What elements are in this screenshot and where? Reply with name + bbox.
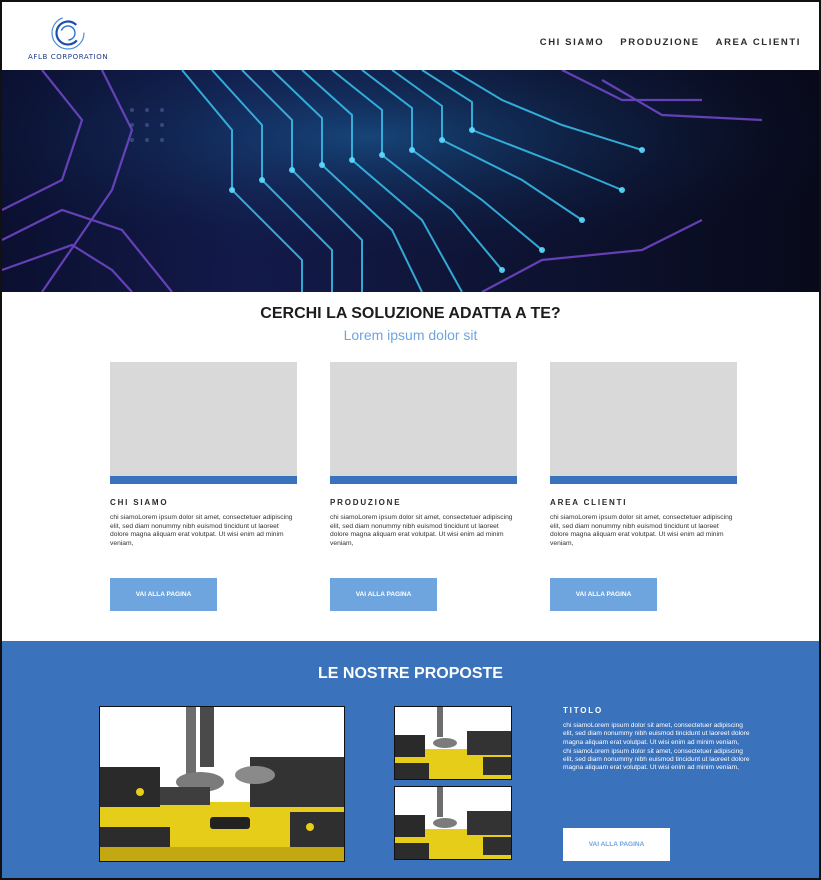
section-title: CERCHI LA SOLUZIONE ADATTA A TE? <box>260 305 561 322</box>
proposal-text-2: chi siamoLorem ipsum dolor sit amet, con… <box>563 747 750 772</box>
nav-chi-siamo[interactable]: CHI SIAMO <box>540 37 605 48</box>
card-button[interactable]: VAI ALLA PAGINA <box>110 578 217 611</box>
card-button[interactable]: VAI ALLA PAGINA <box>550 578 657 611</box>
machinery-photo-large[interactable] <box>99 706 345 862</box>
card-title: AREA CLIENTI <box>550 498 628 507</box>
machinery-photo-small-1[interactable] <box>394 706 512 780</box>
card-text: chi siamoLorem ipsum dolor sit amet, con… <box>330 514 513 547</box>
card-chi-siamo: CHI SIAMO chi siamoLorem ipsum dolor sit… <box>110 362 297 611</box>
card-produzione: PRODUZIONE chi siamoLorem ipsum dolor si… <box>330 362 517 611</box>
logo[interactable]: AFLB CORPORATION <box>28 14 110 64</box>
proposal-title: TITOLO <box>563 706 603 715</box>
machinery-photo-small-2[interactable] <box>394 786 512 860</box>
nav-produzione[interactable]: PRODUZIONE <box>620 37 699 48</box>
card-button[interactable]: VAI ALLA PAGINA <box>330 578 437 611</box>
main-nav: CHI SIAMO PRODUZIONE AREA CLIENTI <box>540 37 801 48</box>
card-text: chi siamoLorem ipsum dolor sit amet, con… <box>110 514 293 547</box>
proposal-text-1: chi siamoLorem ipsum dolor sit amet, con… <box>563 722 750 746</box>
card-image-placeholder <box>550 362 737 484</box>
proposals-title: LE NOSTRE PROPOSTE <box>318 665 503 682</box>
card-title: PRODUZIONE <box>330 498 402 507</box>
card-text: chi siamoLorem ipsum dolor sit amet, con… <box>550 514 733 547</box>
card-image-placeholder <box>110 362 297 484</box>
proposal-info: TITOLO chi siamoLorem ipsum dolor sit am… <box>563 706 753 773</box>
proposals-section: LE NOSTRE PROPOSTE TITOLO chi siamoLorem… <box>2 641 819 878</box>
logo-text: AFLB CORPORATION <box>28 53 109 61</box>
logo-circles-icon <box>51 16 85 50</box>
page-frame: AFLB CORPORATION CHI SIAMO PRODUZIONE AR… <box>0 0 821 880</box>
site-header: AFLB CORPORATION CHI SIAMO PRODUZIONE AR… <box>2 2 819 70</box>
card-title: CHI SIAMO <box>110 498 169 507</box>
card-area-clienti: AREA CLIENTI chi siamoLorem ipsum dolor … <box>550 362 737 611</box>
nav-area-clienti[interactable]: AREA CLIENTI <box>716 37 801 48</box>
section-subtitle: Lorem ipsum dolor sit <box>343 327 478 343</box>
card-image-placeholder <box>330 362 517 484</box>
hero-circuit-image <box>2 70 819 292</box>
proposal-button[interactable]: VAI ALLA PAGINA <box>563 828 670 861</box>
